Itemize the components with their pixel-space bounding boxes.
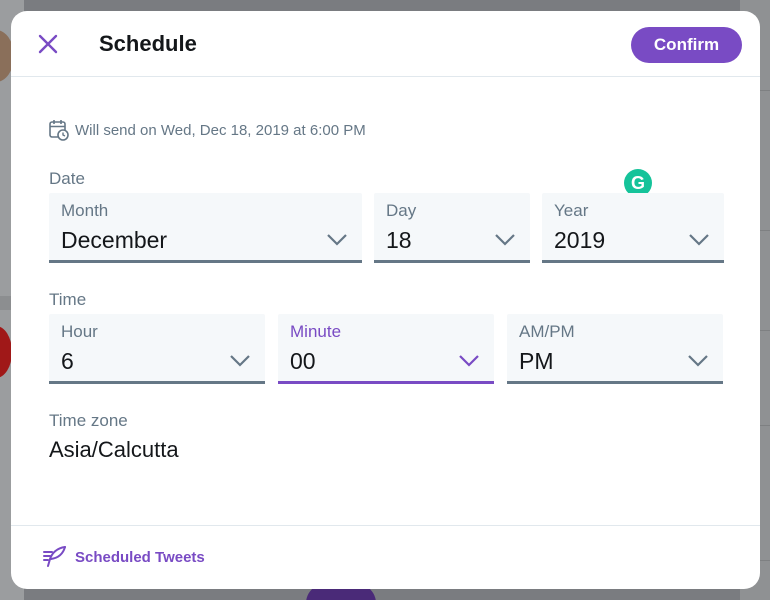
send-note: Will send on Wed, Dec 18, 2019 at 6:00 P… (49, 119, 366, 141)
month-select-label: Month (61, 201, 109, 220)
year-select-value: 2019 (554, 227, 606, 253)
day-select[interactable]: Day 18 (374, 193, 530, 263)
minute-select-label: Minute (290, 322, 342, 341)
schedule-modal: Schedule Confirm Will send on Wed, Dec 1… (11, 11, 760, 589)
hour-select[interactable]: Hour 6 (49, 314, 265, 384)
quill-icon (43, 546, 67, 568)
chevron-down-icon (495, 234, 515, 246)
hour-select-label: Hour (61, 322, 98, 341)
modal-header: Schedule Confirm (11, 11, 760, 77)
day-select-label: Day (386, 201, 417, 220)
month-select[interactable]: Month December (49, 193, 362, 263)
chevron-down-icon (459, 355, 479, 367)
calendar-clock-icon (49, 119, 69, 141)
timezone-label: Time zone (49, 411, 128, 430)
hour-select-value: 6 (61, 348, 74, 374)
time-section-label: Time (49, 290, 87, 309)
send-note-text: Will send on Wed, Dec 18, 2019 at 6:00 P… (75, 121, 366, 139)
ampm-select[interactable]: AM/PM PM (507, 314, 723, 384)
modal-title: Schedule (99, 31, 197, 56)
chevron-down-icon (688, 355, 708, 367)
scheduled-tweets-label: Scheduled Tweets (75, 548, 205, 566)
close-button[interactable] (33, 29, 63, 59)
confirm-button[interactable]: Confirm (631, 27, 742, 63)
minute-select[interactable]: Minute 00 (278, 314, 494, 384)
chevron-down-icon (327, 234, 347, 246)
modal-footer: Scheduled Tweets (11, 525, 760, 589)
date-section-label: Date (49, 169, 85, 188)
timezone-value: Asia/Calcutta (49, 437, 179, 462)
year-select-label: Year (554, 201, 589, 220)
ampm-select-value: PM (519, 348, 554, 374)
chevron-down-icon (689, 234, 709, 246)
chevron-down-icon (230, 355, 250, 367)
close-icon (38, 34, 58, 54)
minute-select-value: 00 (290, 348, 316, 374)
ampm-select-label: AM/PM (519, 322, 575, 341)
day-select-value: 18 (386, 227, 412, 253)
year-select[interactable]: Year 2019 (542, 193, 724, 263)
scheduled-tweets-link[interactable]: Scheduled Tweets (43, 546, 205, 568)
month-select-value: December (61, 227, 168, 253)
